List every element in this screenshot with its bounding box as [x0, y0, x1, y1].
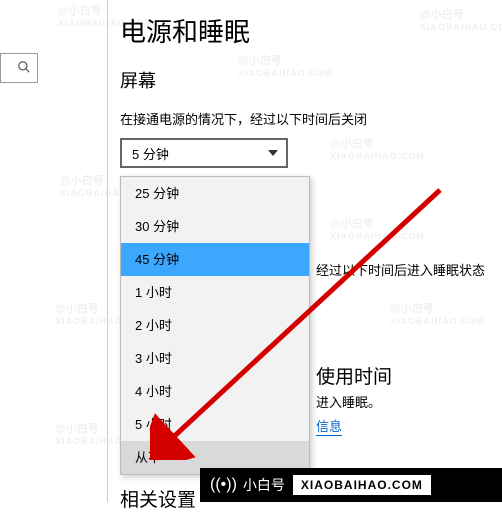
watermark: @小白号XIAOBAIHAO.COM [390, 300, 485, 326]
timeout-dropdown[interactable]: 25 分钟30 分钟45 分钟1 小时2 小时3 小时4 小时5 小时从不 [120, 176, 310, 475]
divider [107, 0, 108, 502]
search-icon [17, 60, 31, 77]
dropdown-option[interactable]: 3 小时 [121, 342, 309, 375]
dropdown-option[interactable]: 30 分钟 [121, 210, 309, 243]
watermark: @小白号XIAOBAIHAO.COM [330, 215, 425, 241]
chevron-down-icon [268, 150, 278, 156]
section-screen-title: 屏幕 [120, 67, 502, 93]
related-settings-title: 相关设置 [120, 485, 196, 512]
dropdown-option[interactable]: 1 小时 [121, 276, 309, 309]
search-input[interactable] [0, 53, 38, 83]
main-content: 电源和睡眠 屏幕 在接通电源的情况下，经过以下时间后关闭 5 分钟 [120, 0, 502, 190]
usage-title: 使用时间 [316, 362, 392, 389]
source-banner: ((•)) 小白号 XIAOBAIHAO.COM [200, 468, 502, 502]
usage-text: 进入睡眠。 [316, 392, 381, 411]
info-link[interactable]: 信息 [316, 416, 342, 436]
dropdown-option[interactable]: 25 分钟 [121, 177, 309, 210]
dropdown-option[interactable]: 5 小时 [121, 408, 309, 441]
dropdown-option[interactable]: 4 小时 [121, 375, 309, 408]
sleep-description: 经过以下时间后进入睡眠状态 [316, 260, 485, 279]
screen-timeout-value: 5 分钟 [132, 144, 169, 163]
banner-domain: XIAOBAIHAO.COM [293, 475, 431, 495]
dropdown-option[interactable]: 2 小时 [121, 309, 309, 342]
page-title: 电源和睡眠 [120, 12, 502, 49]
dropdown-option[interactable]: 45 分钟 [121, 243, 309, 276]
screen-description: 在接通电源的情况下，经过以下时间后关闭 [120, 109, 502, 128]
screen-timeout-select[interactable]: 5 分钟 [120, 138, 288, 168]
banner-brand: 小白号 [243, 475, 285, 495]
left-column [0, 0, 48, 502]
broadcast-icon: ((•)) [210, 476, 237, 494]
